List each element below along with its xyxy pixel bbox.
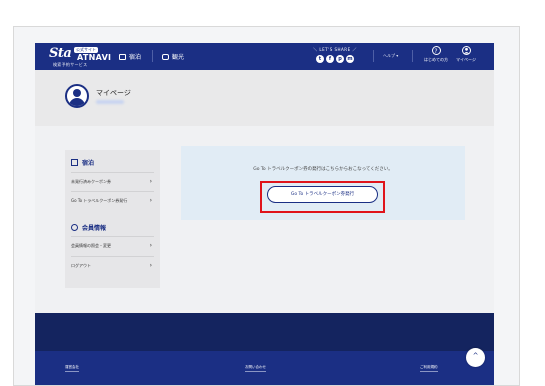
back-to-top-button[interactable]: ^ [466, 348, 485, 367]
footer-band [35, 313, 494, 351]
blurred-username [96, 100, 124, 104]
member-icon [71, 224, 78, 231]
sidebar-heading-stay: 宿泊 [71, 158, 94, 167]
sidebar-item-unissued-coupons[interactable]: 未発行済みクーポン券 › [71, 172, 154, 193]
footer-links: 運営会社 お問い合わせ ご利用規約 [35, 351, 494, 385]
browser-page: Sta 公式サイト ATNAVI 検索予約サービス 宿泊 観光 ＼ LET'S … [35, 43, 494, 385]
sidebar-item-label: ログアウト [71, 263, 91, 268]
share-block: ＼ LET'S SHARE ／ t f p m [307, 47, 363, 67]
sidebar-item-member-info[interactable]: 会員情報の照会・変更 › [71, 236, 154, 257]
sidebar-item-label: 会員情報の照会・変更 [71, 243, 111, 248]
header-divider-2 [412, 50, 413, 62]
help-menu[interactable]: ヘルプ ▾ [383, 53, 398, 59]
mypage-label: マイページ [456, 57, 476, 62]
sidebar-heading-member: 会員情報 [71, 223, 106, 232]
sidebar-item-label: Go To トラベルクーポン券発行 [71, 198, 128, 203]
mypage-title-band: マイページ [35, 70, 494, 126]
site-header: Sta 公式サイト ATNAVI 検索予約サービス 宿泊 観光 ＼ LET'S … [35, 43, 494, 70]
hotel-icon [71, 159, 78, 166]
logo-script: Sta [49, 46, 72, 61]
sidebar-heading-stay-label: 宿泊 [82, 160, 95, 167]
chevron-right-icon: › [149, 178, 152, 185]
coupon-message: Go To トラベルクーポン券の発行はこちらからおこなってください。 [253, 167, 393, 172]
chevron-right-icon: › [149, 242, 152, 249]
nav-stay[interactable]: 宿泊 [119, 52, 141, 61]
footer-link-company[interactable]: 運営会社 [65, 365, 79, 372]
logo-subtitle: 検索予約サービス [53, 62, 88, 67]
nav-sightseeing[interactable]: 観光 [162, 52, 184, 61]
sidebar-item-label: 未発行済みクーポン券 [71, 179, 111, 184]
twitter-icon[interactable]: t [316, 55, 324, 63]
share-label: ＼ LET'S SHARE ／ [313, 47, 357, 52]
footer-link-terms[interactable]: ご利用規約 [420, 365, 438, 372]
suitcase-icon [119, 53, 126, 60]
sidebar-item-logout[interactable]: ログアウト › [71, 256, 154, 277]
question-icon: ? [431, 46, 441, 55]
pinterest-icon[interactable]: p [336, 55, 344, 63]
chevron-right-icon: › [149, 262, 152, 269]
issue-coupon-button[interactable]: Go To トラベルクーポン券発行 [267, 186, 378, 203]
chevron-right-icon: › [149, 197, 152, 204]
share-icons: t f p m [307, 55, 363, 63]
avatar-icon [65, 84, 89, 108]
screenshot-frame: Sta 公式サイト ATNAVI 検索予約サービス 宿泊 観光 ＼ LET'S … [13, 26, 520, 386]
user-icon [461, 46, 471, 55]
facebook-icon[interactable]: f [326, 55, 334, 63]
logo-navi: ATNAVI [77, 53, 112, 62]
site-logo[interactable]: Sta 公式サイト ATNAVI 検索予約サービス [49, 46, 111, 67]
header-divider [373, 50, 374, 62]
nav-sightseeing-label: 観光 [172, 54, 185, 61]
sidebar: 宿泊 未発行済みクーポン券 › Go To トラベルクーポン券発行 › 会員情報… [65, 150, 160, 288]
camera-icon [162, 53, 169, 60]
mail-icon[interactable]: m [346, 55, 354, 63]
mypage-link[interactable]: マイページ [448, 46, 484, 63]
nav-divider [152, 50, 153, 62]
coupon-card: Go To トラベルクーポン券の発行はこちらからおこなってください。 Go To… [181, 146, 465, 220]
sidebar-item-issue-coupon[interactable]: Go To トラベルクーポン券発行 › [71, 191, 154, 212]
nav-stay-label: 宿泊 [129, 54, 142, 61]
footer-link-contact[interactable]: お問い合わせ [245, 365, 266, 372]
sidebar-heading-member-label: 会員情報 [82, 225, 107, 232]
page-title: マイページ [96, 89, 131, 97]
